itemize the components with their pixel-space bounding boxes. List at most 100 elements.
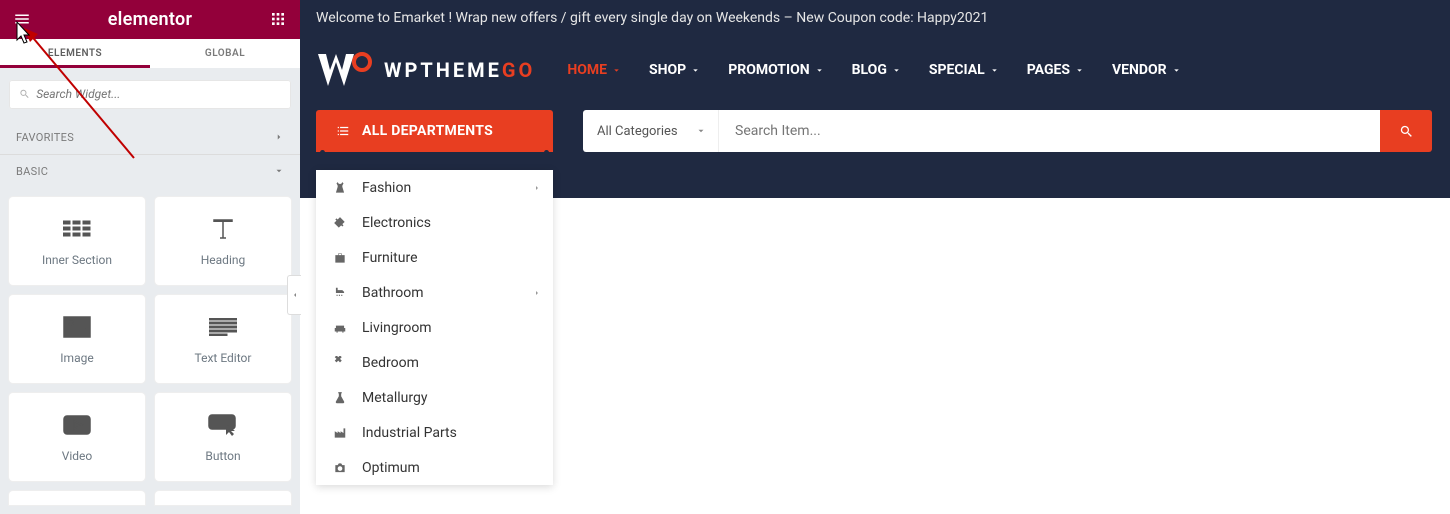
logo-text: WPTHEMEGO <box>384 58 535 82</box>
panel-collapse-handle[interactable] <box>287 275 301 315</box>
search-icon <box>19 88 30 100</box>
chevron-down-icon <box>815 66 824 75</box>
widget-button[interactable]: Button <box>155 393 291 481</box>
widget-label: Image <box>60 351 93 365</box>
dept-item-bedroom[interactable]: Bedroom <box>316 345 553 380</box>
button-click-icon <box>208 411 238 439</box>
departments-menu: Fashion Electronics Furniture Bathroom L… <box>316 170 553 485</box>
widget-placeholder[interactable] <box>9 491 145 505</box>
dept-label: Furniture <box>362 250 418 266</box>
apps-grid-icon[interactable] <box>268 9 288 29</box>
logo-suffix: GO <box>502 58 535 82</box>
camera-icon <box>332 461 348 475</box>
flask-icon <box>332 391 348 405</box>
dept-item-fashion[interactable]: Fashion <box>316 170 553 205</box>
elementor-panel: elementor ELEMENTS GLOBAL FAVORITES BASI… <box>0 0 300 514</box>
dept-button-label: ALL DEPARTMENTS <box>362 123 493 139</box>
nav-label: VENDOR <box>1112 62 1167 78</box>
widget-label: Video <box>62 449 93 463</box>
nav-label: SHOP <box>649 62 686 78</box>
nav-home[interactable]: HOME <box>567 62 621 78</box>
dept-label: Fashion <box>362 180 411 196</box>
nav-label: HOME <box>567 62 607 78</box>
dept-item-furniture[interactable]: Furniture <box>316 240 553 275</box>
widget-search[interactable] <box>9 80 291 109</box>
site-preview: Welcome to Emarket ! Wrap new offers / g… <box>300 0 1450 514</box>
dept-item-bathroom[interactable]: Bathroom <box>316 275 553 310</box>
dept-label: Bedroom <box>362 355 419 371</box>
widget-grid: Inner Section Heading Image Text Editor … <box>0 188 300 514</box>
nav-promotion[interactable]: PROMOTION <box>728 62 823 78</box>
dept-item-industrial[interactable]: Industrial Parts <box>316 415 553 450</box>
panel-title: elementor <box>108 9 193 30</box>
chevron-right-icon <box>533 180 541 196</box>
chevron-down-icon <box>612 66 621 75</box>
dept-item-livingroom[interactable]: Livingroom <box>316 310 553 345</box>
dept-label: Bathroom <box>362 285 423 301</box>
nav-label: PAGES <box>1027 62 1070 78</box>
dept-label: Livingroom <box>362 320 432 336</box>
text-t-icon <box>210 215 236 243</box>
widget-image[interactable]: Image <box>9 295 145 383</box>
nav-pages[interactable]: PAGES <box>1027 62 1084 78</box>
nav-vendor[interactable]: VENDOR <box>1112 62 1181 78</box>
chevron-left-icon <box>291 291 299 299</box>
widget-label: Heading <box>201 253 246 267</box>
product-search-bar: All Categories <box>583 110 1432 152</box>
image-icon <box>63 313 91 341</box>
section-basic[interactable]: BASIC <box>0 155 300 188</box>
main-nav: HOME SHOP PROMOTION BLOG SPECIAL PAGES V… <box>567 62 1180 78</box>
widget-label: Button <box>205 449 240 463</box>
widget-video[interactable]: Video <box>9 393 145 481</box>
chevron-right-icon <box>274 132 284 142</box>
chevron-down-icon <box>696 126 706 136</box>
widget-label: Inner Section <box>42 253 112 267</box>
widget-text-editor[interactable]: Text Editor <box>155 295 291 383</box>
section-favorites[interactable]: FAVORITES <box>0 121 300 154</box>
widget-label: Text Editor <box>195 351 252 365</box>
panel-topbar: elementor <box>0 0 300 39</box>
dept-item-optimum[interactable]: Optimum <box>316 450 553 485</box>
paragraph-icon <box>209 313 237 341</box>
search-submit-button[interactable] <box>1380 110 1432 152</box>
nav-special[interactable]: SPECIAL <box>929 62 999 78</box>
nav-blog[interactable]: BLOG <box>852 62 901 78</box>
sofa-icon <box>332 321 348 335</box>
product-search-input[interactable] <box>735 123 1364 139</box>
dept-item-electronics[interactable]: Electronics <box>316 205 553 240</box>
panel-tabs: ELEMENTS GLOBAL <box>0 39 300 68</box>
widget-placeholder[interactable] <box>155 491 291 505</box>
site-logo[interactable]: WPTHEMEGO <box>316 52 535 88</box>
bed-icon <box>332 356 348 370</box>
nav-shop[interactable]: SHOP <box>649 62 700 78</box>
chevron-down-icon <box>691 66 700 75</box>
section-label: FAVORITES <box>16 131 74 144</box>
nav-label: PROMOTION <box>728 62 809 78</box>
site-header: WPTHEMEGO HOME SHOP PROMOTION BLOG SPECI… <box>300 36 1450 110</box>
chevron-down-icon <box>1172 66 1181 75</box>
dept-label: Optimum <box>362 460 420 476</box>
category-select[interactable]: All Categories <box>583 110 718 152</box>
play-icon <box>63 411 91 439</box>
list-icon <box>336 124 350 138</box>
search-icon <box>1399 124 1414 139</box>
dept-item-metallurgy[interactable]: Metallurgy <box>316 380 553 415</box>
product-search-input-wrap <box>718 110 1380 152</box>
chevron-right-icon <box>533 285 541 301</box>
widget-search-input[interactable] <box>36 87 281 101</box>
announcement-bar: Welcome to Emarket ! Wrap new offers / g… <box>300 0 1450 36</box>
cursor-icon <box>10 20 32 50</box>
widget-heading[interactable]: Heading <box>155 197 291 285</box>
chevron-down-icon <box>892 66 901 75</box>
tab-global[interactable]: GLOBAL <box>150 39 300 68</box>
all-departments-button[interactable]: ALL DEPARTMENTS <box>316 110 553 152</box>
dept-label: Metallurgy <box>362 390 427 406</box>
shower-icon <box>332 286 348 300</box>
logo-mark-icon <box>316 52 372 88</box>
nav-label: SPECIAL <box>929 62 985 78</box>
plug-icon <box>332 216 348 230</box>
chevron-down-icon <box>274 166 284 176</box>
widget-inner-section[interactable]: Inner Section <box>9 197 145 285</box>
columns-icon <box>63 215 91 243</box>
nav-label: BLOG <box>852 62 887 78</box>
